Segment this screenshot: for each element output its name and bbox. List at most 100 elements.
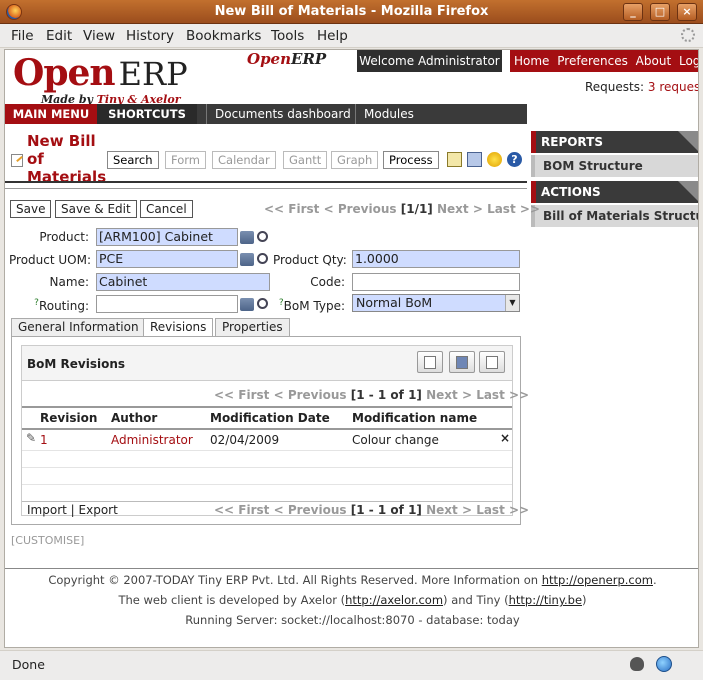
- grid-pager-last[interactable]: Last >>: [476, 388, 529, 402]
- logo-erp-text: ERP: [118, 55, 188, 93]
- customise-link[interactable]: [CUSTOMISE]: [11, 534, 84, 547]
- col-modification-name[interactable]: Modification name: [352, 411, 477, 425]
- status-text: Done: [12, 657, 45, 672]
- bug-icon[interactable]: [630, 657, 644, 671]
- menu-help[interactable]: Help: [317, 28, 348, 44]
- menu-tools[interactable]: Tools: [271, 28, 304, 44]
- shortcut-documents-dashboard[interactable]: Documents dashboard: [206, 104, 359, 124]
- calendar-view-button[interactable]: Calendar: [212, 151, 276, 169]
- pencil-icon[interactable]: ✎: [26, 431, 36, 445]
- routing-open-icon[interactable]: [240, 298, 254, 311]
- globe-icon[interactable]: [656, 656, 672, 672]
- cancel-button[interactable]: Cancel: [140, 200, 193, 218]
- edit-document-icon: [11, 154, 23, 167]
- debug-icon[interactable]: [487, 152, 502, 167]
- graph-view-button[interactable]: Graph: [331, 151, 379, 169]
- grid-header: BoM Revisions: [22, 346, 512, 380]
- grid-pager-previous[interactable]: < Previous: [274, 388, 347, 402]
- record-pager: << First < Previous [1/1] Next > Last >>: [264, 202, 540, 216]
- grid-pager-first[interactable]: << First: [214, 388, 269, 402]
- import-link[interactable]: Import: [27, 503, 67, 517]
- uom-search-icon[interactable]: [257, 253, 268, 264]
- maximize-button[interactable]: □: [650, 3, 670, 21]
- pager-next[interactable]: Next >: [437, 202, 483, 216]
- grid-pager-next[interactable]: Next >: [426, 388, 472, 402]
- menu-bookmarks[interactable]: Bookmarks: [186, 28, 261, 44]
- notepad-icon[interactable]: [447, 152, 462, 167]
- link-preferences[interactable]: Preferences: [557, 54, 628, 68]
- row-revision[interactable]: 1: [40, 433, 48, 447]
- shortcuts-button[interactable]: SHORTCUTS: [97, 104, 197, 124]
- routing-search-icon[interactable]: [257, 298, 268, 309]
- gantt-view-button[interactable]: Gantt: [283, 151, 328, 169]
- process-view-button[interactable]: Process: [383, 151, 439, 169]
- close-window-button[interactable]: ×: [677, 3, 697, 21]
- grid-pager-bottom-next[interactable]: Next >: [426, 503, 472, 517]
- grid-pager-bottom-last[interactable]: Last >>: [476, 503, 529, 517]
- search-view-button[interactable]: Search: [107, 151, 159, 169]
- openerp-link[interactable]: http://openerp.com: [542, 573, 653, 587]
- list-view-button[interactable]: [479, 351, 505, 373]
- small-logo-erp: ERP: [291, 50, 327, 68]
- welcome-text: Welcome Administrator: [357, 50, 502, 72]
- tab-general-information[interactable]: General Information: [11, 318, 146, 336]
- link-logout[interactable]: Logout: [679, 54, 698, 68]
- grid-pager-bottom: << First < Previous [1 - 1 of 1] Next > …: [214, 503, 529, 517]
- name-label: Name:: [49, 275, 89, 289]
- row-author[interactable]: Administrator: [111, 433, 193, 447]
- pager-previous[interactable]: < Previous: [324, 202, 397, 216]
- product-search-icon[interactable]: [257, 231, 268, 242]
- report-bom-structure[interactable]: BOM Structure: [531, 155, 698, 177]
- product-field[interactable]: [ARM100] Cabinet: [96, 228, 238, 246]
- code-field[interactable]: [352, 273, 520, 291]
- save-button[interactable]: Save: [10, 200, 52, 218]
- row-divider: [22, 484, 512, 485]
- bom-type-label: ?BoM Type:: [275, 298, 345, 313]
- openerp-logo[interactable]: Open ERP Made by Tiny & Axelor: [13, 52, 188, 106]
- bom-type-select[interactable]: Normal BoM ▼: [352, 294, 520, 312]
- import-export-separator: |: [70, 503, 75, 517]
- qty-field[interactable]: 1.0000: [352, 250, 520, 268]
- pager-last[interactable]: Last >>: [487, 202, 540, 216]
- new-record-button[interactable]: [417, 351, 443, 373]
- help-icon[interactable]: ?: [507, 152, 522, 167]
- col-revision[interactable]: Revision: [40, 411, 97, 425]
- product-open-icon[interactable]: [240, 231, 254, 244]
- save-record-button[interactable]: [449, 351, 475, 373]
- name-field[interactable]: Cabinet: [96, 273, 270, 291]
- tab-properties[interactable]: Properties: [215, 318, 290, 336]
- grid-pager-bottom-previous[interactable]: < Previous: [274, 503, 347, 517]
- uom-open-icon[interactable]: [240, 253, 254, 266]
- grid-pager-bottom-first[interactable]: << First: [214, 503, 269, 517]
- bom-type-value: Normal BoM: [356, 295, 433, 310]
- col-modification-date[interactable]: Modification Date: [210, 411, 330, 425]
- translate-icon[interactable]: [467, 152, 482, 167]
- menu-history[interactable]: History: [126, 28, 174, 44]
- footer-developers-mid: ) and Tiny (: [443, 593, 509, 607]
- menu-edit[interactable]: Edit: [46, 28, 72, 44]
- save-and-edit-button[interactable]: Save & Edit: [55, 200, 137, 218]
- routing-field[interactable]: [96, 295, 238, 313]
- footer-developers-suffix: ): [582, 593, 587, 607]
- axelor-link[interactable]: http://axelor.com: [345, 593, 443, 607]
- export-link[interactable]: Export: [79, 503, 118, 517]
- col-author[interactable]: Author: [111, 411, 157, 425]
- minimize-button[interactable]: _: [623, 3, 643, 21]
- form-view-button[interactable]: Form: [165, 151, 206, 169]
- main-menu-button[interactable]: MAIN MENU: [5, 104, 97, 124]
- link-home[interactable]: Home: [514, 54, 549, 68]
- uom-field[interactable]: PCE: [96, 250, 238, 268]
- requests-link[interactable]: 3 requests: [648, 80, 698, 94]
- menu-view[interactable]: View: [83, 28, 115, 44]
- shortcut-modules[interactable]: Modules: [355, 104, 422, 124]
- footer-developers-prefix: The web client is developed by Axelor (: [118, 593, 346, 607]
- tiny-link[interactable]: http://tiny.be: [509, 593, 582, 607]
- chevron-down-icon[interactable]: ▼: [505, 295, 519, 311]
- action-bom-structure[interactable]: Bill of Materials Structure: [531, 205, 698, 227]
- code-label: Code:: [310, 275, 345, 289]
- link-about[interactable]: About: [636, 54, 671, 68]
- menu-file[interactable]: File: [11, 28, 34, 44]
- delete-row-icon[interactable]: ×: [500, 431, 510, 445]
- pager-first[interactable]: << First: [264, 202, 319, 216]
- tab-revisions[interactable]: Revisions: [143, 318, 214, 337]
